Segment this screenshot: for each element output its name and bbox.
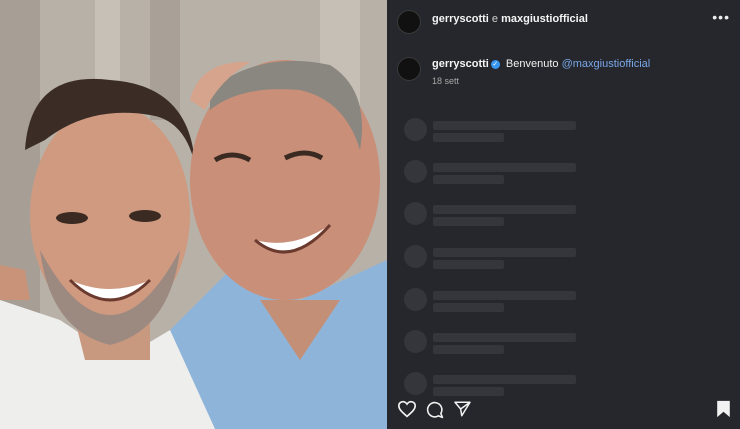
- comment-icon[interactable]: [425, 400, 444, 419]
- post-header: gerryscotti e maxgiustiofficial •••: [387, 0, 740, 40]
- heart-icon[interactable]: [397, 400, 417, 418]
- caption-avatar[interactable]: [397, 57, 421, 81]
- bookmark-icon[interactable]: [716, 400, 731, 418]
- post-photo[interactable]: [0, 0, 387, 429]
- post-time: 18 sett: [432, 76, 460, 86]
- author-avatar[interactable]: [397, 10, 421, 34]
- caption-text: Benvenuto: [505, 58, 559, 70]
- collaborator-username[interactable]: maxgiustiofficial: [501, 13, 588, 25]
- caption-line: gerryscotti ✓ Benvenuto @maxgiustiofficia…: [432, 58, 650, 70]
- caption-username[interactable]: gerryscotti: [432, 58, 489, 70]
- caption-mention[interactable]: @maxgiustiofficial: [562, 58, 651, 70]
- author-username[interactable]: gerryscotti: [432, 13, 489, 25]
- header-usernames: gerryscotti e maxgiustiofficial: [432, 13, 588, 25]
- post-side-panel: gerryscotti e maxgiustiofficial ••• gerr…: [387, 0, 740, 429]
- verified-badge-icon: ✓: [490, 60, 500, 69]
- photo-two-smiling-men: [0, 0, 387, 429]
- instagram-post: gerryscotti e maxgiustiofficial ••• gerr…: [0, 0, 740, 429]
- more-horizontal-icon[interactable]: •••: [712, 10, 730, 24]
- post-actions: [397, 400, 732, 420]
- send-icon[interactable]: [453, 400, 472, 418]
- connector-text: e: [491, 13, 499, 25]
